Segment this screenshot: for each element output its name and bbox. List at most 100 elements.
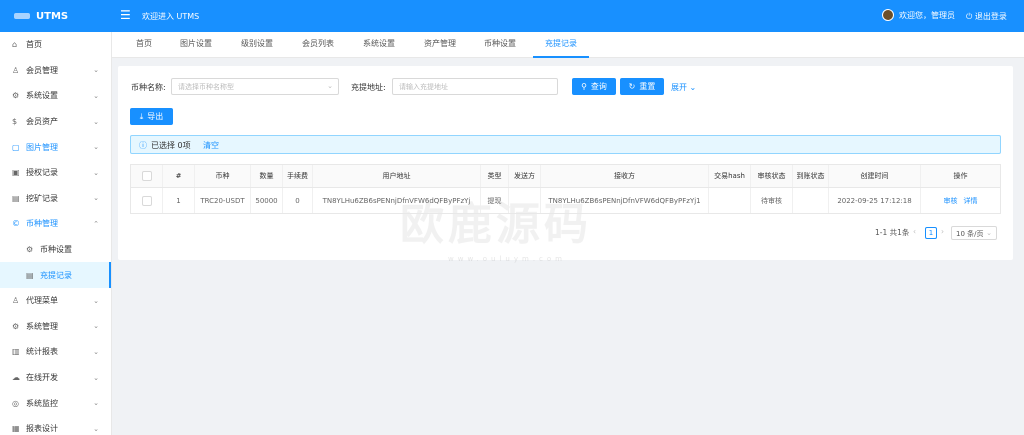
column-header: # bbox=[163, 165, 195, 187]
export-button[interactable]: ⤓ 导出 bbox=[130, 108, 173, 125]
row-checkbox[interactable] bbox=[141, 195, 152, 206]
sidebar-item-system-management[interactable]: ⚙ 系统管理 ⌄ bbox=[0, 314, 111, 340]
address-input[interactable]: 请输入充提地址 bbox=[392, 78, 558, 95]
chevron-down-icon: ⌄ bbox=[93, 399, 99, 408]
sidebar-item-label: 统计报表 bbox=[26, 347, 58, 357]
user-greeting: 欢迎您，管理员 bbox=[899, 10, 955, 20]
sidebar-item-label: 代理菜单 bbox=[26, 296, 58, 306]
sidebar-item-monitoring[interactable]: ◎ 系统监控 ⌄ bbox=[0, 390, 111, 416]
sidebar-item-mining-records[interactable]: ▤ 挖矿记录 ⌄ bbox=[0, 186, 111, 212]
row-receiver: TN8YLHu6ZB6sPENnjDfnVFW6dQFByPFzYj1 bbox=[541, 188, 709, 213]
row-coin: TRC20-USDT bbox=[195, 188, 251, 213]
tab-deposit-withdraw-records[interactable]: 充提记录 bbox=[533, 32, 589, 58]
sidebar-item-agent-menu[interactable]: ♙ 代理菜单 ⌄ bbox=[0, 288, 111, 314]
expand-label: 展开 bbox=[671, 83, 687, 92]
sidebar-item-online-dev[interactable]: ☁ 在线开发 ⌄ bbox=[0, 365, 111, 391]
row-tx-hash bbox=[709, 188, 751, 213]
chevron-down-icon: ⌄ bbox=[689, 83, 697, 92]
sidebar-item-statistics[interactable]: ▥ 统计报表 ⌄ bbox=[0, 339, 111, 365]
reset-button[interactable]: ↻ 重置 bbox=[620, 78, 664, 95]
home-icon: ⌂ bbox=[12, 40, 18, 50]
sidebar-item-system-settings[interactable]: ⚙ 系统设置 ⌄ bbox=[0, 83, 111, 109]
tab-home[interactable]: 首页 bbox=[132, 32, 156, 58]
page-size-select[interactable]: 10 条/页 ⌄ bbox=[951, 226, 997, 240]
cloud-icon: ☁ bbox=[12, 373, 20, 383]
column-header: 创建时间 bbox=[829, 165, 921, 187]
sidebar-item-label: 报表设计 bbox=[26, 424, 58, 434]
column-header: 操作 bbox=[953, 172, 968, 180]
sidebar-item-auth-records[interactable]: ▣ 授权记录 ⌄ bbox=[0, 160, 111, 186]
search-button[interactable]: ⚲ 查询 bbox=[572, 78, 616, 95]
row-fee: 0 bbox=[283, 188, 313, 213]
menu-toggle-icon[interactable]: ☰ bbox=[120, 8, 131, 22]
tab-coin-settings[interactable]: 币种设置 bbox=[482, 32, 518, 58]
tab-level-settings[interactable]: 级别设置 bbox=[239, 32, 275, 58]
column-header: 到账状态 bbox=[793, 165, 829, 187]
sidebar-item-report-design[interactable]: ▦ 报表设计 ⌄ bbox=[0, 416, 111, 435]
sidebar-item-label: 币种设置 bbox=[40, 245, 72, 255]
user-menu[interactable]: 欢迎您，管理员 bbox=[882, 9, 955, 21]
row-actions: 审核 详情 bbox=[921, 188, 1000, 213]
sidebar-item-image-management[interactable]: ▢ 图片管理 ⌄ bbox=[0, 134, 111, 160]
search-button-label: 查询 bbox=[590, 82, 607, 91]
monitor-icon: ◎ bbox=[12, 398, 19, 408]
image-icon: ▢ bbox=[12, 142, 20, 152]
tab-member-list[interactable]: 会员列表 bbox=[300, 32, 336, 58]
logout-button[interactable]: ⏻ 退出登录 bbox=[966, 11, 1007, 22]
chevron-down-icon: ⌄ bbox=[93, 296, 99, 305]
chevron-down-icon: ⌄ bbox=[986, 229, 992, 237]
chevron-down-icon: ⌄ bbox=[327, 82, 333, 90]
selection-alert: ⓘ 已选择 0项 清空 bbox=[130, 135, 1001, 154]
chevron-down-icon: ⌄ bbox=[93, 347, 99, 356]
sidebar-item-label: 会员资产 bbox=[26, 117, 58, 127]
sidebar-item-label: 授权记录 bbox=[26, 168, 58, 178]
reset-button-label: 重置 bbox=[639, 82, 656, 91]
user-icon: ♙ bbox=[12, 65, 20, 75]
next-page-icon[interactable]: › bbox=[941, 227, 944, 236]
record-icon: ▤ bbox=[26, 270, 34, 280]
coin-select[interactable]: 请选择币种名称型 ⌄ bbox=[171, 78, 339, 95]
table-header: # 币种 数量 手续费 用户地址 类型 发送方 接收方 交易hash 审核状态 … bbox=[131, 165, 1000, 188]
welcome-text: 欢迎进入 UTMS bbox=[142, 12, 200, 21]
sidebar-item-coin-management[interactable]: © 币种管理 ⌃ bbox=[0, 211, 111, 237]
chevron-down-icon: ⌄ bbox=[93, 168, 99, 177]
prev-page-icon[interactable]: ‹ bbox=[913, 227, 916, 236]
sidebar-item-label: 充提记录 bbox=[40, 270, 72, 280]
chevron-down-icon: ⌄ bbox=[93, 373, 99, 382]
audit-link[interactable]: 审核 bbox=[944, 196, 958, 206]
address-filter-label: 充提地址: bbox=[351, 83, 386, 92]
chevron-down-icon: ⌄ bbox=[93, 117, 99, 126]
address-input-placeholder: 请输入充提地址 bbox=[399, 83, 448, 91]
chevron-down-icon: ⌄ bbox=[93, 91, 99, 100]
reload-icon: ↻ bbox=[628, 82, 636, 91]
tab-system-settings[interactable]: 系统设置 bbox=[361, 32, 397, 58]
row-user-address: TN8YLHu6ZB6sPENnjDfnVFW6dQFByPFzYj bbox=[313, 188, 481, 213]
sidebar-item-coin-settings[interactable]: ⚙ 币种设置 bbox=[0, 237, 111, 263]
gear-icon: ⚙ bbox=[26, 245, 34, 255]
sidebar-item-deposit-withdraw-records[interactable]: ▤ 充提记录 bbox=[0, 262, 111, 288]
watermark-subtext: www.ouluym.com bbox=[448, 255, 566, 263]
expand-toggle[interactable]: 展开 ⌄ bbox=[671, 82, 696, 93]
sidebar-item-members[interactable]: ♙ 会员管理 ⌄ bbox=[0, 58, 111, 84]
coin-filter-label: 币种名称: bbox=[131, 83, 166, 92]
chevron-down-icon: ⌄ bbox=[93, 66, 99, 75]
tab-image-settings[interactable]: 图片设置 bbox=[178, 32, 214, 58]
sidebar-item-label: 系统设置 bbox=[26, 91, 58, 101]
page-number-current[interactable]: 1 bbox=[925, 227, 937, 239]
select-all-checkbox[interactable] bbox=[141, 171, 152, 181]
column-header: 接收方 bbox=[541, 165, 709, 187]
sidebar-item-member-assets[interactable]: $ 会员资产 ⌄ bbox=[0, 109, 111, 135]
column-header: 类型 bbox=[481, 165, 509, 187]
clear-selection-link[interactable]: 清空 bbox=[203, 140, 219, 151]
info-icon: ⓘ bbox=[139, 141, 147, 150]
search-icon: ⚲ bbox=[581, 82, 587, 91]
sidebar-item-label: 图片管理 bbox=[26, 142, 58, 152]
select-all-cell bbox=[131, 165, 163, 187]
row-sender bbox=[509, 188, 541, 213]
details-link[interactable]: 详情 bbox=[964, 196, 978, 206]
column-header: 币种 bbox=[195, 165, 251, 187]
sidebar-item-home[interactable]: ⌂ 首页 bbox=[0, 32, 111, 58]
document-icon: ▤ bbox=[12, 193, 20, 203]
tab-asset-management[interactable]: 资产管理 bbox=[422, 32, 458, 58]
column-header: 交易hash bbox=[709, 165, 751, 187]
